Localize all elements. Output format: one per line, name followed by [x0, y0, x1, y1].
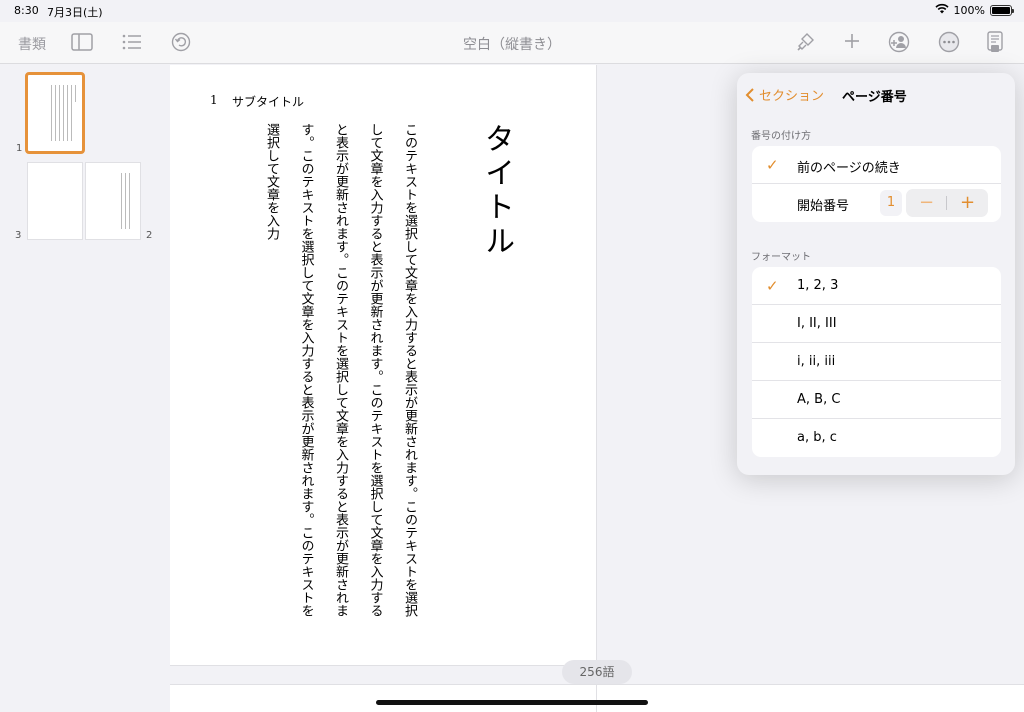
battery-icon [990, 4, 1014, 16]
status-time: 8:30 [14, 4, 39, 17]
format-section-label: フォーマット [751, 252, 811, 263]
thumbnail-page-number: 1 [16, 143, 23, 154]
home-indicator[interactable] [376, 700, 648, 705]
format-option[interactable]: ✓ 1, 2, 3 [752, 267, 1001, 305]
format-label: a, b, c [797, 430, 837, 445]
next-page-spread [170, 684, 1024, 712]
checkmark-icon: ✓ [766, 277, 779, 295]
thumbnail-page-number: 2 [146, 230, 153, 241]
status-date: 7月3日(土) [47, 6, 103, 19]
battery-percent: 100% [953, 3, 985, 17]
wifi-icon [934, 3, 949, 17]
start-number-label: 開始番号 [797, 199, 850, 214]
word-count-badge[interactable]: 256語 [562, 660, 632, 684]
status-bar: 8:30 7月3日(土) 100% [0, 0, 1024, 22]
decrement-button[interactable]: − [906, 189, 947, 217]
start-number-field[interactable]: 1 [880, 190, 902, 216]
popover-header: セクション ページ番号 [737, 85, 1015, 105]
page-thumbnails-sidebar: 1 3 2 [0, 65, 170, 712]
status-right: 100% [934, 3, 1014, 17]
plus-icon[interactable] [843, 32, 861, 50]
format-group: ✓ 1, 2, 3 I, II, III i, ii, iii A, B, C … [752, 267, 1001, 457]
chevron-left-icon [745, 87, 754, 102]
more-icon[interactable] [938, 31, 960, 53]
back-to-section-button[interactable]: セクション [745, 85, 824, 104]
format-option[interactable]: a, b, c [752, 419, 1001, 457]
thumbnail-page-number: 3 [15, 230, 22, 241]
format-option[interactable]: i, ii, iii [752, 343, 1001, 381]
continue-label: 前のページの続き [797, 161, 901, 176]
start-number-row: 開始番号 1 − + [752, 184, 1001, 222]
back-label: セクション [759, 89, 825, 104]
document-page[interactable]: 1 サブタイトル タイトル このテキストを選択して文章を入力すると表示が更新され… [170, 65, 597, 666]
format-label: A, B, C [797, 392, 841, 407]
format-label: 1, 2, 3 [797, 278, 839, 293]
document-title-text[interactable]: タイトル [474, 123, 518, 259]
list-icon[interactable] [122, 34, 142, 50]
page-number-popover: セクション ページ番号 番号の付け方 ✓ 前のページの続き 開始番号 1 − +… [737, 73, 1015, 475]
page-thumbnail-2[interactable] [85, 162, 141, 240]
sidebar-icon[interactable] [71, 33, 93, 51]
thumbnail-text-lines [34, 85, 76, 141]
paintbrush-icon[interactable] [795, 31, 817, 53]
start-number-stepper: − + [906, 189, 988, 217]
format-option[interactable]: A, B, C [752, 381, 1001, 419]
numbering-group: ✓ 前のページの続き 開始番号 1 − + [752, 146, 1001, 222]
popover-title: ページ番号 [842, 90, 907, 105]
increment-button[interactable]: + [947, 189, 988, 217]
checkmark-icon: ✓ [766, 156, 779, 174]
page-thumbnail-1[interactable] [25, 72, 85, 154]
format-label: i, ii, iii [797, 354, 836, 369]
document-body-text[interactable]: このテキストを選択して文章を入力すると表示が更新されます。このテキストを選択して… [266, 123, 426, 623]
document-title[interactable]: 空白（縦書き） [463, 37, 561, 53]
collaborate-icon[interactable] [888, 31, 910, 53]
document-title-wrap: 空白（縦書き） [0, 34, 1024, 54]
document-setup-icon[interactable] [985, 31, 1005, 53]
page-number[interactable]: 1 [210, 93, 218, 107]
toolbar: 書類 空白（縦書き） [0, 22, 1024, 64]
undo-icon[interactable] [171, 32, 191, 52]
continue-from-previous-row[interactable]: ✓ 前のページの続き [752, 146, 1001, 184]
documents-button[interactable]: 書類 [18, 34, 46, 54]
numbering-section-label: 番号の付け方 [751, 131, 811, 142]
thumbnail-text-lines [120, 173, 130, 229]
format-option[interactable]: I, II, III [752, 305, 1001, 343]
format-label: I, II, III [797, 316, 837, 331]
document-subtitle[interactable]: サブタイトル [232, 93, 304, 110]
page-thumbnail-3[interactable] [27, 162, 83, 240]
